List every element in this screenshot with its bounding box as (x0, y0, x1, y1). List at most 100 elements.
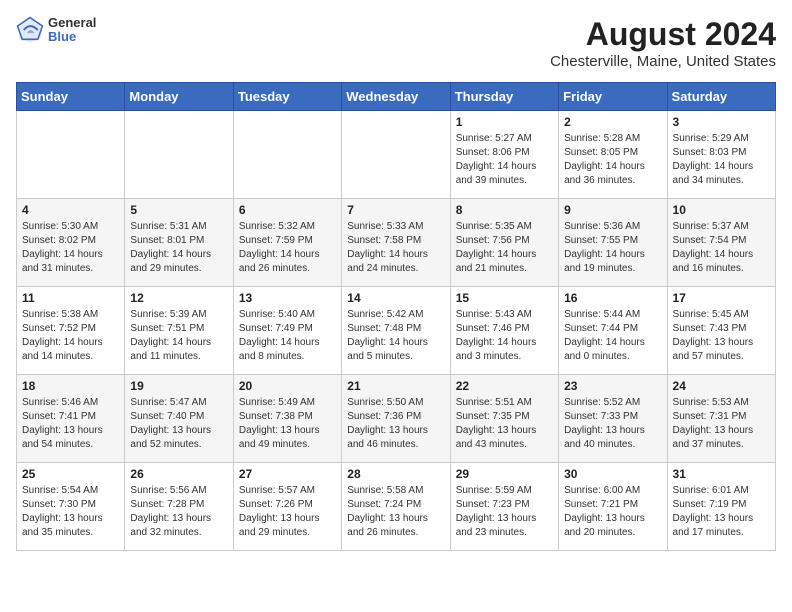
calendar-cell: 8 Sunrise: 5:35 AM Sunset: 7:56 PM Daylig… (450, 199, 558, 287)
day-header-monday: Monday (125, 83, 233, 111)
day-number: 29 (456, 467, 553, 481)
calendar-cell: 20 Sunrise: 5:49 AM Sunset: 7:38 PM Dayli… (233, 375, 341, 463)
day-content: Sunrise: 6:00 AM Sunset: 7:21 PM Dayligh… (564, 484, 661, 540)
day-header-wednesday: Wednesday (342, 83, 450, 111)
calendar-cell: 9 Sunrise: 5:36 AM Sunset: 7:55 PM Daylig… (559, 199, 667, 287)
page-header: General Blue August 2024 Chesterville, M… (16, 16, 776, 70)
day-number: 13 (239, 291, 336, 305)
calendar-cell: 30 Sunrise: 6:00 AM Sunset: 7:21 PM Dayli… (559, 463, 667, 551)
day-content: Sunrise: 5:30 AM Sunset: 8:02 PM Dayligh… (22, 220, 119, 276)
day-number: 6 (239, 203, 336, 217)
day-content: Sunrise: 5:36 AM Sunset: 7:55 PM Dayligh… (564, 220, 661, 276)
day-content: Sunrise: 5:32 AM Sunset: 7:59 PM Dayligh… (239, 220, 336, 276)
calendar-cell: 29 Sunrise: 5:59 AM Sunset: 7:23 PM Dayli… (450, 463, 558, 551)
day-number: 19 (130, 379, 227, 393)
day-content: Sunrise: 5:57 AM Sunset: 7:26 PM Dayligh… (239, 484, 336, 540)
day-number: 22 (456, 379, 553, 393)
day-content: Sunrise: 5:53 AM Sunset: 7:31 PM Dayligh… (673, 396, 770, 452)
page-title: August 2024 (550, 16, 776, 53)
day-content: Sunrise: 5:42 AM Sunset: 7:48 PM Dayligh… (347, 308, 444, 364)
calendar-table: SundayMondayTuesdayWednesdayThursdayFrid… (16, 82, 776, 551)
day-number: 15 (456, 291, 553, 305)
calendar-cell: 6 Sunrise: 5:32 AM Sunset: 7:59 PM Daylig… (233, 199, 341, 287)
day-number: 1 (456, 115, 553, 129)
day-content: Sunrise: 5:56 AM Sunset: 7:28 PM Dayligh… (130, 484, 227, 540)
page-subtitle: Chesterville, Maine, United States (550, 53, 776, 70)
calendar-cell: 17 Sunrise: 5:45 AM Sunset: 7:43 PM Dayli… (667, 287, 775, 375)
day-content: Sunrise: 5:59 AM Sunset: 7:23 PM Dayligh… (456, 484, 553, 540)
day-content: Sunrise: 5:38 AM Sunset: 7:52 PM Dayligh… (22, 308, 119, 364)
calendar-cell: 18Sunrise: 5:46 AM Sunset: 7:41 PM Dayli… (17, 375, 125, 463)
day-number: 30 (564, 467, 661, 481)
calendar-cell: 24 Sunrise: 5:53 AM Sunset: 7:31 PM Dayli… (667, 375, 775, 463)
calendar-cell: 22Sunrise: 5:51 AM Sunset: 7:35 PM Dayli… (450, 375, 558, 463)
day-number: 2 (564, 115, 661, 129)
day-number: 21 (347, 379, 444, 393)
calendar-cell: 28 Sunrise: 5:58 AM Sunset: 7:24 PM Dayli… (342, 463, 450, 551)
calendar-cell: 2 Sunrise: 5:28 AM Sunset: 8:05 PM Daylig… (559, 111, 667, 199)
calendar-cell: 3 Sunrise: 5:29 AM Sunset: 8:03 PM Daylig… (667, 111, 775, 199)
day-content: Sunrise: 5:54 AM Sunset: 7:30 PM Dayligh… (22, 484, 119, 540)
day-number: 24 (673, 379, 770, 393)
day-content: Sunrise: 5:49 AM Sunset: 7:38 PM Dayligh… (239, 396, 336, 452)
logo-text: General Blue (48, 16, 96, 45)
day-number: 8 (456, 203, 553, 217)
day-content: Sunrise: 5:47 AM Sunset: 7:40 PM Dayligh… (130, 396, 227, 452)
day-content: Sunrise: 5:45 AM Sunset: 7:43 PM Dayligh… (673, 308, 770, 364)
day-number: 3 (673, 115, 770, 129)
calendar-week-row: 4 Sunrise: 5:30 AM Sunset: 8:02 PM Daylig… (17, 199, 776, 287)
day-content: Sunrise: 5:29 AM Sunset: 8:03 PM Dayligh… (673, 132, 770, 188)
calendar-week-row: 18Sunrise: 5:46 AM Sunset: 7:41 PM Dayli… (17, 375, 776, 463)
day-number: 4 (22, 203, 119, 217)
calendar-cell (233, 111, 341, 199)
calendar-cell: 26 Sunrise: 5:56 AM Sunset: 7:28 PM Dayli… (125, 463, 233, 551)
calendar-cell: 10Sunrise: 5:37 AM Sunset: 7:54 PM Dayli… (667, 199, 775, 287)
day-content: Sunrise: 5:35 AM Sunset: 7:56 PM Dayligh… (456, 220, 553, 276)
calendar-cell: 25 Sunrise: 5:54 AM Sunset: 7:30 PM Dayli… (17, 463, 125, 551)
day-content: Sunrise: 5:43 AM Sunset: 7:46 PM Dayligh… (456, 308, 553, 364)
day-content: Sunrise: 5:27 AM Sunset: 8:06 PM Dayligh… (456, 132, 553, 188)
calendar-cell: 23Sunrise: 5:52 AM Sunset: 7:33 PM Dayli… (559, 375, 667, 463)
calendar-cell (125, 111, 233, 199)
logo: General Blue (16, 16, 96, 45)
day-number: 25 (22, 467, 119, 481)
day-content: Sunrise: 5:28 AM Sunset: 8:05 PM Dayligh… (564, 132, 661, 188)
day-header-tuesday: Tuesday (233, 83, 341, 111)
calendar-header-row: SundayMondayTuesdayWednesdayThursdayFrid… (17, 83, 776, 111)
calendar-cell: 15 Sunrise: 5:43 AM Sunset: 7:46 PM Dayli… (450, 287, 558, 375)
calendar-week-row: 25 Sunrise: 5:54 AM Sunset: 7:30 PM Dayli… (17, 463, 776, 551)
calendar-cell: 7 Sunrise: 5:33 AM Sunset: 7:58 PM Daylig… (342, 199, 450, 287)
day-content: Sunrise: 5:58 AM Sunset: 7:24 PM Dayligh… (347, 484, 444, 540)
day-header-friday: Friday (559, 83, 667, 111)
calendar-cell: 19 Sunrise: 5:47 AM Sunset: 7:40 PM Dayli… (125, 375, 233, 463)
day-number: 18 (22, 379, 119, 393)
day-number: 16 (564, 291, 661, 305)
calendar-cell: 4 Sunrise: 5:30 AM Sunset: 8:02 PM Daylig… (17, 199, 125, 287)
day-number: 12 (130, 291, 227, 305)
calendar-week-row: 1 Sunrise: 5:27 AM Sunset: 8:06 PM Daylig… (17, 111, 776, 199)
calendar-cell: 21Sunrise: 5:50 AM Sunset: 7:36 PM Dayli… (342, 375, 450, 463)
calendar-cell: 11Sunrise: 5:38 AM Sunset: 7:52 PM Dayli… (17, 287, 125, 375)
calendar-cell: 12 Sunrise: 5:39 AM Sunset: 7:51 PM Dayli… (125, 287, 233, 375)
day-number: 27 (239, 467, 336, 481)
calendar-cell (342, 111, 450, 199)
calendar-cell: 14 Sunrise: 5:42 AM Sunset: 7:48 PM Dayli… (342, 287, 450, 375)
calendar-cell: 31Sunrise: 6:01 AM Sunset: 7:19 PM Dayli… (667, 463, 775, 551)
calendar-week-row: 11Sunrise: 5:38 AM Sunset: 7:52 PM Dayli… (17, 287, 776, 375)
logo-blue: Blue (48, 30, 96, 44)
day-content: Sunrise: 5:40 AM Sunset: 7:49 PM Dayligh… (239, 308, 336, 364)
day-number: 9 (564, 203, 661, 217)
day-number: 7 (347, 203, 444, 217)
day-number: 26 (130, 467, 227, 481)
day-content: Sunrise: 5:31 AM Sunset: 8:01 PM Dayligh… (130, 220, 227, 276)
day-header-sunday: Sunday (17, 83, 125, 111)
calendar-cell: 5Sunrise: 5:31 AM Sunset: 8:01 PM Daylig… (125, 199, 233, 287)
calendar-cell: 13 Sunrise: 5:40 AM Sunset: 7:49 PM Dayli… (233, 287, 341, 375)
day-content: Sunrise: 5:39 AM Sunset: 7:51 PM Dayligh… (130, 308, 227, 364)
day-content: Sunrise: 5:33 AM Sunset: 7:58 PM Dayligh… (347, 220, 444, 276)
day-number: 28 (347, 467, 444, 481)
day-number: 14 (347, 291, 444, 305)
day-number: 17 (673, 291, 770, 305)
day-number: 20 (239, 379, 336, 393)
calendar-cell: 27 Sunrise: 5:57 AM Sunset: 7:26 PM Dayli… (233, 463, 341, 551)
